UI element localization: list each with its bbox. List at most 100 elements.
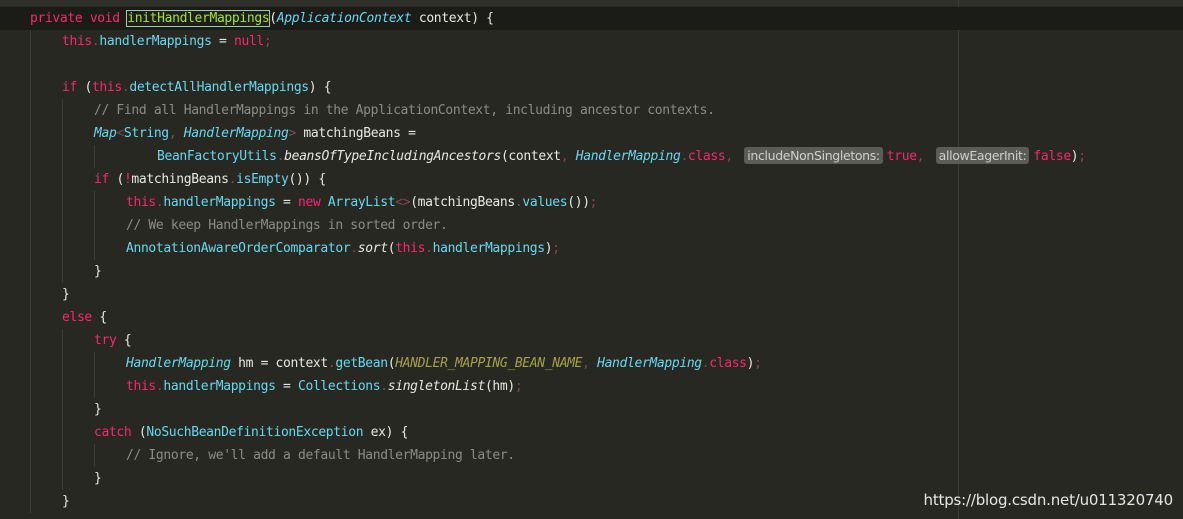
code-token: (context bbox=[500, 149, 561, 164]
code-line[interactable]: this.handlerMappings = new ArrayList<>(m… bbox=[0, 191, 1183, 214]
code-line[interactable]: catch (NoSuchBeanDefinitionException ex)… bbox=[0, 421, 1183, 444]
indent-guide bbox=[62, 214, 63, 237]
code-token: matchingBeans bbox=[131, 172, 229, 187]
code-line[interactable]: // Find all HandlerMappings in the Appli… bbox=[0, 99, 1183, 122]
indent-guide bbox=[30, 329, 31, 352]
indent-guide bbox=[30, 168, 31, 191]
code-text: } bbox=[94, 260, 102, 283]
code-token: // Find all HandlerMappings in the Appli… bbox=[94, 103, 715, 118]
indent-guide bbox=[62, 237, 63, 260]
indent-guide bbox=[62, 99, 63, 122]
code-text: private void initHandlerMappings(Applica… bbox=[30, 7, 494, 30]
code-token: ApplicationContext bbox=[276, 11, 412, 26]
code-line[interactable]: this.handlerMappings = null; bbox=[0, 30, 1183, 53]
indent-guide bbox=[30, 76, 31, 99]
indent-guide bbox=[30, 122, 31, 145]
code-line[interactable]: try { bbox=[0, 329, 1183, 352]
code-token: this bbox=[91, 80, 122, 95]
code-token: this bbox=[395, 241, 426, 256]
code-token: // We keep HandlerMappings in sorted ord… bbox=[126, 218, 448, 233]
code-token: true bbox=[886, 149, 917, 164]
code-line[interactable] bbox=[0, 53, 1183, 76]
code-line[interactable]: // We keep HandlerMappings in sorted ord… bbox=[0, 214, 1183, 237]
indent-guide bbox=[30, 375, 31, 398]
code-token: catch bbox=[94, 425, 132, 440]
code-token: { bbox=[116, 333, 132, 348]
indent-guide bbox=[62, 329, 63, 352]
indent-guide bbox=[30, 467, 31, 490]
code-text: } bbox=[62, 490, 70, 513]
code-line[interactable]: else { bbox=[0, 306, 1183, 329]
code-token: . bbox=[425, 241, 433, 256]
code-token: ; bbox=[263, 34, 272, 49]
code-text: else { bbox=[62, 306, 107, 329]
code-token: (matchingBeans bbox=[410, 195, 515, 210]
code-token: false bbox=[1033, 149, 1071, 164]
indent-guide bbox=[30, 306, 31, 329]
code-token: } bbox=[94, 471, 102, 486]
code-token: ArrayList bbox=[327, 195, 396, 210]
indent-guide bbox=[94, 444, 95, 467]
code-line[interactable]: } bbox=[0, 283, 1183, 306]
code-token: detectAllHandlerMappings bbox=[129, 80, 309, 95]
code-line[interactable]: } bbox=[0, 398, 1183, 421]
code-token: void bbox=[89, 11, 120, 26]
code-text: // We keep HandlerMappings in sorted ord… bbox=[126, 214, 448, 237]
code-token: <> bbox=[395, 195, 411, 210]
indent-guide bbox=[30, 490, 31, 513]
code-text: if (this.detectAllHandlerMappings) { bbox=[62, 76, 332, 99]
code-text: HandlerMapping hm = context.getBean(HAND… bbox=[126, 352, 762, 375]
code-token: ()) bbox=[567, 195, 590, 210]
indent-guide bbox=[94, 145, 95, 168]
code-token: (hm) bbox=[484, 379, 515, 394]
code-line[interactable]: BeanFactoryUtils.beansOfTypeIncludingAnc… bbox=[0, 145, 1183, 168]
code-token: if bbox=[94, 172, 109, 187]
indent-guide bbox=[30, 214, 31, 237]
indent-guide bbox=[62, 122, 63, 145]
parameter-hint: allowEagerInit: bbox=[935, 147, 1030, 164]
indent-guide bbox=[62, 191, 63, 214]
indent-guide bbox=[30, 398, 31, 421]
code-line[interactable]: } bbox=[0, 260, 1183, 283]
code-token: class bbox=[687, 149, 726, 164]
code-line-current[interactable]: private void initHandlerMappings(Applica… bbox=[0, 7, 1183, 30]
code-token: this bbox=[62, 34, 92, 49]
code-line[interactable]: if (!matchingBeans.isEmpty()) { bbox=[0, 168, 1183, 191]
code-token: ; bbox=[514, 379, 523, 394]
code-text: } bbox=[94, 467, 102, 490]
code-line[interactable]: if (this.detectAllHandlerMappings) { bbox=[0, 76, 1183, 99]
code-token: ; bbox=[754, 356, 762, 371]
indent-guide bbox=[30, 421, 31, 444]
code-token: handlerMappings bbox=[163, 379, 276, 394]
indent-guide bbox=[62, 467, 63, 490]
selected-method-name: initHandlerMappings bbox=[126, 10, 271, 27]
indent-guide bbox=[62, 398, 63, 421]
code-token: } bbox=[62, 287, 70, 302]
code-token: try bbox=[94, 333, 117, 348]
code-token: { bbox=[91, 310, 107, 325]
code-token: HandlerMapping bbox=[183, 126, 289, 141]
code-token: } bbox=[94, 402, 102, 417]
code-text: } bbox=[62, 283, 70, 306]
code-token: < bbox=[116, 126, 124, 141]
indent-guide bbox=[30, 237, 31, 260]
code-token: values bbox=[522, 195, 568, 210]
code-line[interactable]: this.handlerMappings = Collections.singl… bbox=[0, 375, 1183, 398]
code-editor[interactable]: private void initHandlerMappings(Applica… bbox=[0, 0, 1183, 519]
indent-guide bbox=[30, 53, 31, 76]
code-token: context) { bbox=[411, 11, 494, 26]
code-token: ; bbox=[1078, 149, 1086, 164]
code-line[interactable]: Map<String, HandlerMapping> matchingBean… bbox=[0, 122, 1183, 145]
indent-guide bbox=[30, 99, 31, 122]
indent-guide bbox=[62, 168, 63, 191]
code-line[interactable]: } bbox=[0, 467, 1183, 490]
code-token: handlerMappings bbox=[99, 34, 212, 49]
code-line[interactable]: // Ignore, we'll add a default HandlerMa… bbox=[0, 444, 1183, 467]
code-text: BeanFactoryUtils.beansOfTypeIncludingAnc… bbox=[157, 145, 1086, 168]
code-token: > bbox=[288, 126, 296, 141]
code-line[interactable]: HandlerMapping hm = context.getBean(HAND… bbox=[0, 352, 1183, 375]
code-text: catch (NoSuchBeanDefinitionException ex)… bbox=[94, 421, 408, 444]
indent-guide bbox=[30, 260, 31, 283]
code-line[interactable]: AnnotationAwareOrderComparator.sort(this… bbox=[0, 237, 1183, 260]
